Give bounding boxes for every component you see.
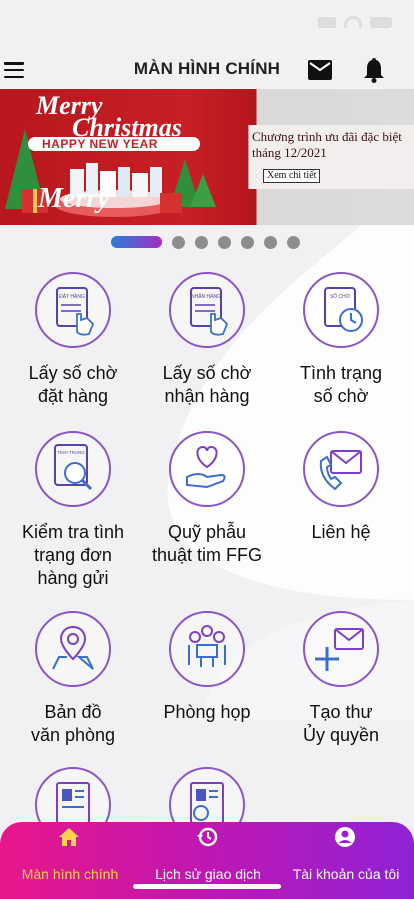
promo-banner[interactable]: Merry Merry Christmas HAPPY NEW YEAR Chư… [0,89,414,225]
home-icon [59,828,79,846]
menu-item-label: Tạo thư [309,702,373,722]
menu-item-label: đặt hàng [37,386,109,406]
carousel-dot[interactable] [218,235,231,249]
menu-item-label: Bản đồ [44,702,102,722]
tab-label: Lịch sử giao dịch [155,866,261,882]
tab-label: Tài khoản của tôi [292,866,400,882]
app-header: MÀN HÌNH CHÍNH [0,48,414,90]
tab-home[interactable]: Màn hình chính [0,822,138,899]
heart-hand-icon [169,431,245,507]
menu-item-label: hàng gửi [37,568,109,588]
svg-text:SỐ CHỜ: SỐ CHỜ [330,293,351,300]
menu-item-label: trạng đơn [34,545,112,565]
carousel-indicator [111,235,300,249]
menu-item-label: Lấy số chờ [28,363,118,383]
receive-ticket-icon: NHẬN HÀNG [169,272,245,348]
menu-item-label: Phòng họp [163,702,251,722]
home-indicator [133,884,281,889]
banner-happy-new-year: HAPPY NEW YEAR [42,137,158,151]
menu-item-label: Liên hệ [311,522,371,542]
carousel-dot[interactable] [172,235,185,249]
menu-item-label: Quỹ phẫu [167,522,247,542]
menu-item-label: nhận hàng [164,386,250,406]
carousel-dot[interactable] [241,235,254,249]
wifi-icon [344,16,362,28]
menu-item-label: Kiểm tra tình [21,522,125,542]
hamburger-icon[interactable] [4,62,24,78]
status-bar [0,0,414,40]
tab-account[interactable]: Tài khoản của tôi [276,822,414,899]
page-title: MÀN HÌNH CHÍNH [133,59,281,78]
menu-item-label: văn phòng [30,725,116,745]
promo-details-button[interactable]: Xem chi tiết [263,169,321,183]
promo-box: Chương trình ưu đãi đặc biệt tháng 12/20… [248,125,414,189]
mail-icon[interactable] [308,60,332,80]
svg-text:ĐẶT HÀNG: ĐẶT HÀNG [59,293,85,300]
bell-icon[interactable] [362,57,386,83]
meeting-room-icon [169,611,245,687]
menu-item-label: Ủy quyền [302,725,380,745]
history-icon [197,827,218,847]
carousel-dot[interactable] [111,236,162,248]
menu-item-label: Tình trạng [299,363,383,383]
merry-text: Merry [37,183,110,214]
svg-text:TÌNH TRẠNG: TÌNH TRẠNG [57,449,85,455]
phone-mail-icon [303,431,379,507]
promo-text: Chương trình ưu đãi đặc biệt tháng 12/20… [252,129,402,160]
carousel-dot[interactable] [287,235,300,249]
svg-text:NHẬN HÀNG: NHẬN HÀNG [191,293,221,300]
map-pin-icon [35,611,111,687]
queue-status-icon: SỐ CHỜ [303,272,379,348]
order-ticket-icon: ĐẶT HÀNG [35,272,111,348]
account-icon [335,827,355,847]
menu-item-label: số chờ [313,386,369,406]
menu-item-label: thuật tim FFG [151,545,263,565]
letter-plus-icon [303,611,379,687]
battery-icon [370,16,392,28]
order-status-search-icon: TÌNH TRẠNG [35,431,111,507]
carousel-dot[interactable] [264,235,277,249]
signal-icon [318,16,336,28]
tab-label: Màn hình chính [21,866,119,882]
carousel-dot[interactable] [195,235,208,249]
menu-item-label: Lấy số chờ [162,363,252,383]
